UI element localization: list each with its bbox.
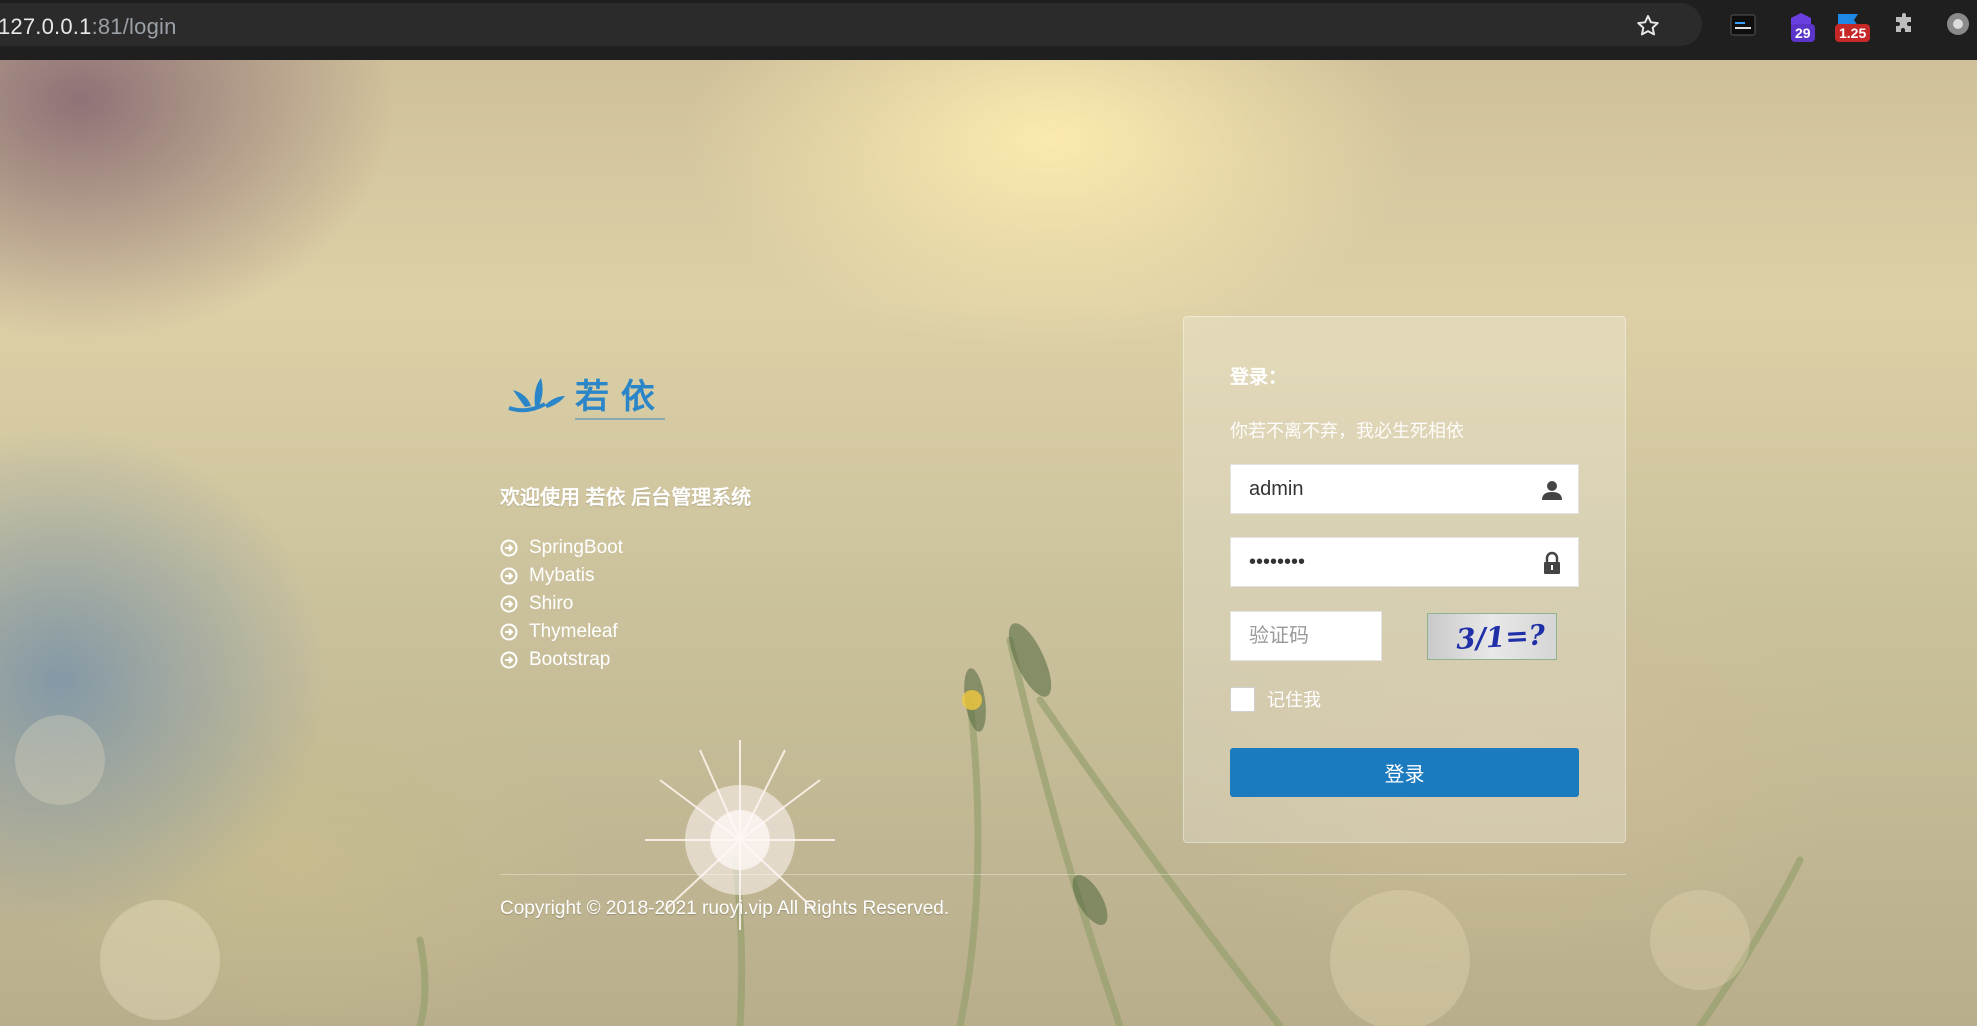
url-host: 127.0.0.1	[0, 14, 92, 39]
puzzle-extension-icon[interactable]	[1893, 12, 1917, 41]
login-page: 若 依 欢迎使用 若依 后台管理系统 SpringBoot Mybatis Sh…	[0, 60, 1977, 1026]
arrow-right-circle-icon	[500, 595, 518, 613]
ruoyi-logo: 若 依	[508, 377, 665, 420]
tech-item-label: Mybatis	[529, 565, 595, 586]
captcha-image[interactable]: 3/1=?	[1427, 613, 1557, 660]
tech-list: SpringBoot Mybatis Shiro Thymeleaf Boots…	[500, 534, 623, 674]
tech-item-label: Thymeleaf	[529, 621, 618, 642]
lock-icon	[1544, 551, 1560, 574]
user-icon	[1542, 481, 1562, 500]
login-form: 登录： 你若不离不弃，我必生死相依 3/1=? 记住	[1183, 316, 1626, 843]
copyright-text: Copyright © 2018-2021 ruoyi.vip All Righ…	[500, 898, 950, 919]
login-title: 登录：	[1230, 367, 1288, 388]
login-subtitle: 你若不离不弃，我必生死相依	[1230, 421, 1464, 441]
badge-1-25: 1.25	[1835, 24, 1871, 42]
tech-item-label: SpringBoot	[529, 537, 624, 558]
tech-item-label: Shiro	[529, 593, 574, 614]
arrow-right-circle-icon	[500, 651, 518, 669]
bookmark-star-icon[interactable]	[1635, 13, 1661, 39]
captcha-input[interactable]	[1231, 612, 1381, 660]
shield-extension-icon[interactable]: 29	[1787, 12, 1815, 43]
username-input[interactable]	[1231, 465, 1578, 513]
footer-divider	[500, 874, 1626, 875]
arrow-right-circle-icon	[500, 567, 518, 585]
captcha-field-wrapper	[1230, 611, 1382, 661]
list-item: Thymeleaf	[500, 618, 623, 646]
background-flowers-image	[15, 623, 1804, 1026]
remember-label: 记住我	[1267, 690, 1321, 710]
password-input[interactable]	[1231, 538, 1578, 586]
flag-extension-icon[interactable]: 1.25	[1835, 12, 1871, 43]
url-text[interactable]: 127.0.0.1:81/login	[0, 14, 177, 40]
tech-item-label: Bootstrap	[529, 649, 611, 670]
list-item: Bootstrap	[500, 646, 623, 674]
profile-avatar-icon[interactable]	[1946, 12, 1970, 41]
arrow-right-circle-icon	[500, 539, 518, 557]
logo-text: 若 依	[575, 377, 655, 417]
badge-29: 29	[1791, 24, 1815, 42]
list-item: SpringBoot	[500, 534, 623, 562]
login-button[interactable]: 登录	[1230, 748, 1579, 797]
address-bar[interactable]: 127.0.0.1:81/login	[0, 3, 1702, 46]
username-field-wrapper	[1230, 464, 1579, 514]
remember-checkbox[interactable]	[1230, 686, 1255, 712]
url-path: :81/login	[91, 14, 177, 39]
list-item: Shiro	[500, 590, 623, 618]
list-item: Mybatis	[500, 562, 623, 590]
arrow-right-circle-icon	[500, 623, 518, 641]
browser-toolbar: 127.0.0.1:81/login 29 1.25	[0, 0, 1977, 60]
terminal-extension-icon[interactable]	[1730, 12, 1756, 43]
captcha-text: 3/1=?	[1455, 618, 1546, 656]
welcome-heading: 欢迎使用 若依 后台管理系统	[500, 487, 752, 509]
remember-me[interactable]: 记住我	[1230, 686, 1321, 712]
password-field-wrapper	[1230, 537, 1579, 587]
